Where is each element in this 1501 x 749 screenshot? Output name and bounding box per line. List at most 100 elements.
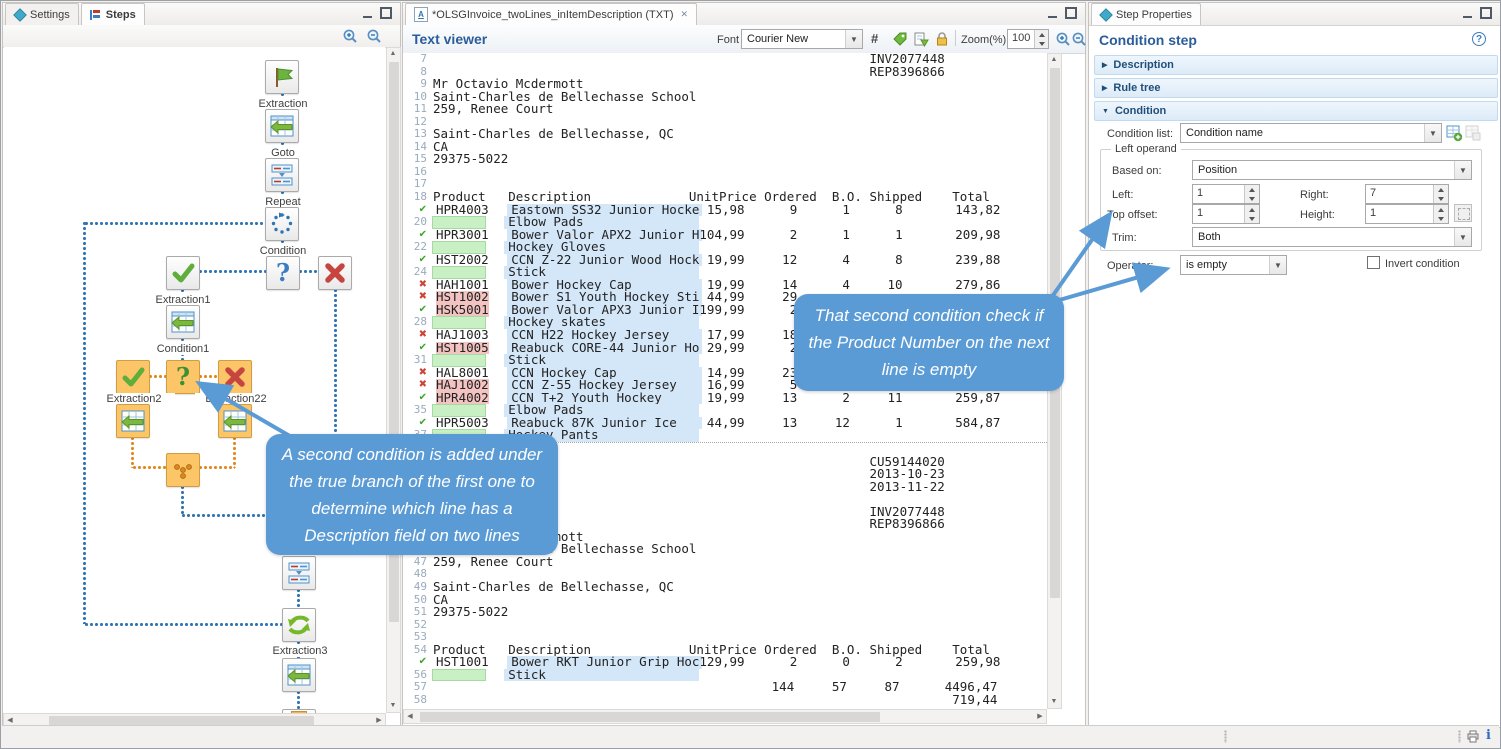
extraction22-step-node[interactable] — [218, 404, 252, 438]
top-offset-value: 1 — [1193, 205, 1244, 223]
info-icon[interactable]: i — [1486, 728, 1491, 743]
operator-select[interactable]: is empty ▼ — [1180, 255, 1287, 275]
add-condition-icon[interactable] — [1446, 125, 1463, 142]
text-line: 7INV2077448 — [403, 53, 1047, 66]
line-numbers-toggle-icon[interactable]: # — [871, 31, 878, 46]
condition1-step-node[interactable]: ? — [166, 360, 200, 394]
lock-icon[interactable] — [935, 31, 949, 47]
right-input[interactable]: 7 — [1365, 184, 1449, 204]
printer-icon[interactable] — [1466, 730, 1480, 743]
condition1-true-node[interactable] — [116, 360, 150, 394]
delete-condition-icon[interactable] — [1465, 125, 1482, 142]
font-select[interactable]: Courier New ▼ — [741, 29, 863, 49]
flow-canvas[interactable]: Extraction Goto Repeat Condition ? Extr — [4, 47, 385, 713]
minimize-icon[interactable] — [363, 8, 372, 18]
close-icon[interactable]: ✕ — [680, 9, 688, 20]
flow-connector — [232, 436, 237, 468]
scroll-right-icon[interactable]: ▶ — [1034, 711, 1046, 723]
scroll-down-icon[interactable]: ▼ — [1048, 696, 1060, 708]
left-spinner[interactable] — [1244, 185, 1259, 203]
extraction1-step-node[interactable] — [166, 305, 200, 339]
maximize-icon[interactable] — [1065, 7, 1077, 19]
based-on-label: Based on: — [1112, 165, 1162, 177]
match-cross-icon: ✖ — [403, 367, 433, 380]
tab-step-properties[interactable]: Step Properties — [1091, 3, 1201, 25]
help-icon[interactable]: ? — [1472, 32, 1486, 46]
extraction-table-icon — [120, 409, 146, 433]
height-input[interactable]: 1 — [1365, 204, 1449, 224]
start-step-node[interactable] — [265, 60, 299, 94]
match-cross-icon: ✖ — [403, 379, 433, 392]
flow-connector — [130, 436, 135, 468]
zoom-spinner[interactable] — [1034, 30, 1048, 48]
condition-true-node[interactable] — [166, 256, 200, 290]
text-line: 13Saint-Charles de Bellechasse, QC — [403, 128, 1047, 141]
extraction-step-node[interactable] — [265, 109, 299, 143]
zoom-input[interactable]: 100 — [1007, 29, 1049, 49]
scroll-down-icon[interactable]: ▼ — [387, 700, 399, 712]
left-input[interactable]: 1 — [1192, 184, 1260, 204]
tab-document[interactable]: A *OLSGInvoice_twoLines_inItemDescriptio… — [405, 3, 697, 25]
loop-end-node[interactable] — [282, 608, 316, 642]
zoom-out-icon[interactable] — [1071, 31, 1087, 47]
statusbar-grip[interactable] — [1224, 730, 1227, 743]
flow-connector — [198, 269, 267, 274]
condition-list-select[interactable]: Condition name ▼ — [1180, 123, 1442, 143]
text-file-icon: A — [414, 7, 428, 22]
text-line: 58719,44 — [403, 694, 1047, 707]
scroll-up-icon[interactable]: ▲ — [1048, 54, 1060, 66]
selection-picker-button[interactable] — [1454, 204, 1472, 222]
tag-icon[interactable] — [892, 31, 908, 47]
scroll-left-icon[interactable]: ◀ — [404, 711, 416, 723]
condition-step-node[interactable]: ? — [266, 256, 300, 290]
minimize-icon[interactable] — [1463, 8, 1472, 18]
merge-node[interactable] — [166, 453, 200, 487]
line-number: 22 — [403, 241, 430, 254]
condition-false-node[interactable] — [318, 256, 352, 290]
invert-condition-checkbox[interactable] — [1367, 256, 1380, 269]
goto-step-node[interactable] — [265, 158, 299, 192]
extraction3-step-node[interactable] — [282, 658, 316, 692]
check-icon — [119, 363, 147, 391]
goto1-step-node[interactable] — [282, 556, 316, 590]
tab-settings[interactable]: Settings — [5, 3, 79, 25]
section-description-label: Description — [1113, 59, 1174, 71]
viewer-horizontal-scrollbar[interactable]: ◀ ▶ — [403, 709, 1047, 724]
zoom-in-icon[interactable] — [342, 28, 358, 44]
text-line: 47259, Renee Court — [403, 556, 1047, 569]
section-description[interactable]: ▶ Description — [1094, 55, 1498, 75]
condition1-false-node[interactable] — [218, 360, 252, 394]
zoom-in-icon[interactable] — [1055, 31, 1071, 47]
step-label-condition1: Condition1 — [142, 343, 224, 355]
height-spinner[interactable] — [1433, 205, 1448, 223]
line-number: 58 — [403, 694, 430, 707]
cross-icon — [222, 364, 248, 390]
section-rule-tree[interactable]: ▶ Rule tree — [1094, 78, 1498, 98]
repeat-loop-icon — [269, 211, 295, 237]
top-offset-input[interactable]: 1 — [1192, 204, 1260, 224]
tab-steps[interactable]: Steps — [81, 3, 145, 25]
top-offset-spinner[interactable] — [1244, 205, 1259, 223]
scroll-up-icon[interactable]: ▲ — [387, 48, 399, 60]
flow-connector-loop — [82, 221, 87, 624]
text-line: ✔HPR5003Reabuck 87K Junior Ice44,9913121… — [403, 417, 1047, 430]
operator-value: is empty — [1181, 259, 1269, 271]
based-on-select[interactable]: Position ▼ — [1192, 160, 1472, 180]
extraction2-step-node[interactable] — [116, 404, 150, 438]
properties-tabbar: Step Properties — [1089, 3, 1500, 26]
left-operand-legend: Left operand — [1111, 143, 1181, 155]
refresh-page-icon[interactable] — [913, 31, 929, 47]
match-cross-icon: ✖ — [403, 279, 433, 292]
zoom-out-icon[interactable] — [366, 28, 382, 44]
text-line: 5714457874496,47 — [403, 681, 1047, 694]
properties-tag-icon — [1099, 8, 1113, 22]
section-condition[interactable]: ▼ Condition — [1094, 101, 1498, 121]
trim-select[interactable]: Both ▼ — [1192, 227, 1472, 247]
maximize-icon[interactable] — [1480, 7, 1492, 19]
maximize-icon[interactable] — [380, 7, 392, 19]
statusbar-grip[interactable] — [1458, 730, 1461, 743]
minimize-icon[interactable] — [1048, 8, 1057, 18]
right-spinner[interactable] — [1433, 185, 1448, 203]
repeat-step-node[interactable] — [265, 207, 299, 241]
flow-vertical-scrollbar[interactable]: ▲ ▼ — [386, 47, 401, 713]
